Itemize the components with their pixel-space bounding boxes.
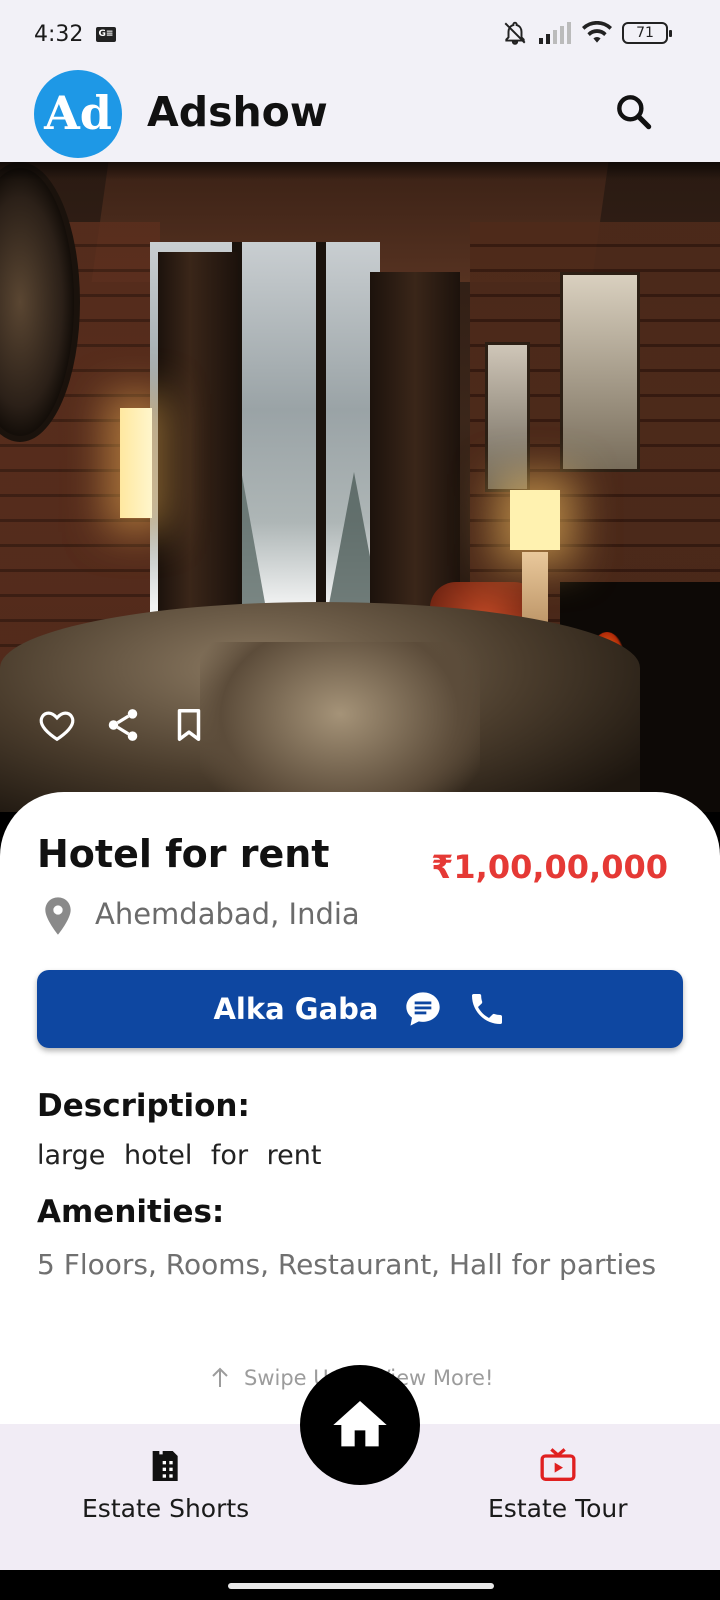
location-pin-icon [45,897,71,935]
amenities-text: 5 Floors, Rooms, Restaurant, Hall for pa… [37,1248,657,1281]
nav-estate-shorts-label: Estate Shorts [82,1494,250,1523]
app-bar: Ad Adshow [0,70,720,162]
bookmark-icon[interactable] [170,706,208,744]
amenities-heading: Amenities: [37,1194,225,1230]
listing-details-card: Hotel for rent ₹1,00,00,000 Ahemdabad, I… [0,792,720,1425]
home-gesture-handle[interactable] [228,1583,494,1589]
status-bar: 4:32 G≡ 71 [0,0,720,70]
wifi-icon [582,21,612,43]
image-actions [38,706,208,744]
home-icon [333,1401,387,1447]
nav-estate-shorts[interactable]: Estate Shorts [82,1446,249,1523]
arrow-up-icon [212,1367,228,1387]
description-text: large hotel for rent [37,1140,322,1171]
seller-name: Alka Gaba [213,992,379,1026]
image-wall-lamp [120,408,152,518]
status-time: 4:32 [34,22,84,47]
image-picture-frame [485,342,530,492]
live-tv-icon [540,1448,576,1481]
home-button[interactable] [300,1365,420,1485]
share-icon[interactable] [104,706,142,744]
property-image[interactable] [0,162,720,812]
app-bar-shadow [0,162,720,180]
search-icon [617,95,652,130]
film-icon [152,1451,178,1481]
listing-location: Ahemdabad, India [95,897,360,931]
nav-estate-tour-label: Estate Tour [488,1494,628,1523]
nav-estate-tour[interactable]: Estate Tour [488,1446,628,1523]
image-table-lamp [510,490,560,550]
app-logo[interactable]: Ad [34,70,122,158]
chat-icon[interactable] [403,989,443,1029]
description-heading: Description: [37,1088,250,1124]
image-bed-sheets [200,642,480,812]
status-icons: 71 [502,20,672,46]
signal-icon [539,22,571,44]
contact-seller-button[interactable]: Alka Gaba [37,970,683,1048]
listing-price: ₹1,00,00,000 [431,848,668,886]
heart-icon[interactable] [38,706,76,744]
mute-notification-icon [504,21,526,45]
phone-icon[interactable] [467,989,507,1029]
battery-indicator: 71 [622,22,672,44]
app-title: Adshow [147,88,328,136]
image-picture-frame [560,272,640,472]
search-button[interactable] [612,90,656,134]
sim-icon: G≡ [96,27,116,42]
listing-title: Hotel for rent [37,832,330,876]
